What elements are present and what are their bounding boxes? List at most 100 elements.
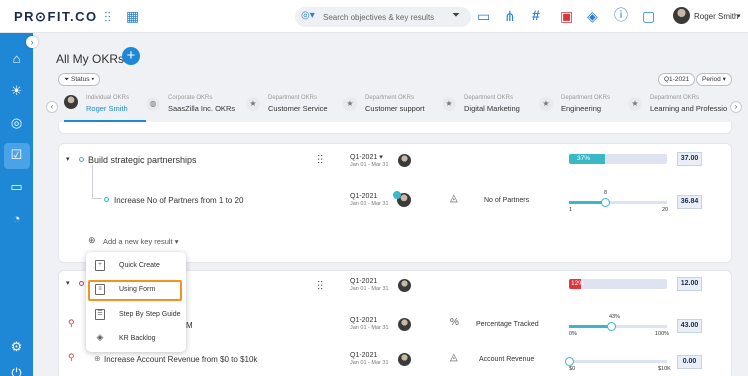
top-bar: PR⊙FIT.CO ⫶⫶ ▦ ◎▾ Search objectives & ke… xyxy=(0,0,748,33)
add-key-result-link[interactable]: Add a new key result ▾ xyxy=(103,237,178,246)
user-name[interactable]: Roger Smith xyxy=(694,12,738,21)
tab-customer-service[interactable]: ★ Department OKRs Customer Service xyxy=(246,90,342,120)
slider-current: 8 xyxy=(604,190,608,196)
pin-icon[interactable]: ⚲ xyxy=(68,318,75,329)
owner-avatar[interactable] xyxy=(398,279,411,292)
chevron-down-icon[interactable]: ▾ xyxy=(737,12,741,20)
tab-learning[interactable]: ★ Department OKRs Learning and Professio xyxy=(628,90,728,120)
period-select[interactable]: Period ▾ xyxy=(696,73,732,86)
search-bar[interactable]: ◎▾ Search objectives & key results ⏷ xyxy=(295,7,471,27)
youtube-icon[interactable]: ▣ xyxy=(560,9,573,23)
status-filter[interactable]: ⏷ Status ▾ xyxy=(58,73,101,86)
menu-item-quick-create[interactable]: + Quick Create xyxy=(86,255,186,277)
owner-avatar[interactable] xyxy=(398,318,411,331)
avatar xyxy=(64,95,78,109)
kr-score[interactable]: 43.00 xyxy=(677,319,702,333)
tab-digital-marketing[interactable]: ★ Department OKRs Digital Marketing xyxy=(442,90,539,120)
kr-period[interactable]: Q1-2021 Jan 01 - Mar 31 xyxy=(350,193,389,207)
star-icon: ★ xyxy=(246,97,260,111)
objective-score[interactable]: 37.00 xyxy=(677,152,702,166)
period-dates: Jan 01 - Mar 31 xyxy=(350,201,389,207)
owner-avatar[interactable] xyxy=(398,154,411,167)
waveform-icon[interactable]: ⫶⫶ xyxy=(104,10,111,24)
objective-period[interactable]: Q1-2021 Jan 01 - Mar 31 xyxy=(350,278,389,292)
kr-title[interactable]: M xyxy=(186,321,193,330)
user-avatar[interactable] xyxy=(673,7,690,24)
star-icon: ★ xyxy=(628,97,642,111)
tab-engineering[interactable]: ★ Department OKRs Engineering xyxy=(539,90,629,120)
percent-icon: % xyxy=(450,317,459,328)
period-label: Q1-2021 xyxy=(350,278,378,285)
objective-score[interactable]: 12.00 xyxy=(677,277,702,291)
dashboard-icon[interactable]: ◔ xyxy=(0,207,33,231)
owner-avatar[interactable] xyxy=(398,353,411,366)
period-dates: Jan 01 - Mar 31 xyxy=(350,325,389,331)
home-icon[interactable]: ⌂ xyxy=(0,47,33,71)
slider-max: 20 xyxy=(662,207,669,213)
add-okr-button[interactable]: + xyxy=(122,47,140,65)
kr-slider[interactable] xyxy=(569,198,667,207)
logo[interactable]: PR⊙FIT.CO xyxy=(14,9,98,25)
add-circle-icon[interactable]: ⊕ xyxy=(88,235,96,246)
kr-metric: Account Revenue xyxy=(479,356,535,363)
tab-name: Roger Smith xyxy=(86,104,128,113)
sidebar-expand-button[interactable]: › xyxy=(26,36,38,48)
menu-item-step-by-step[interactable]: ☰ Step By Step Guide xyxy=(86,304,186,326)
chat-icon[interactable]: ▢ xyxy=(642,9,655,23)
kr-slider[interactable] xyxy=(569,322,667,331)
settings-icon[interactable]: ⚙ xyxy=(0,335,33,359)
grid-icon[interactable]: ▦ xyxy=(126,9,139,23)
layers-icon[interactable]: ◈ xyxy=(587,9,598,23)
kr-slider[interactable] xyxy=(565,357,667,366)
search-input[interactable]: Search objectives & key results xyxy=(323,13,434,22)
slider-knob[interactable] xyxy=(565,357,574,366)
period-dates: Jan 01 - Mar 31 xyxy=(350,360,389,366)
tab-name: Customer Service xyxy=(268,104,328,113)
kr-score[interactable]: 36.84 xyxy=(677,195,702,209)
message-icon[interactable]: ▭ xyxy=(0,175,33,199)
calendar-check-icon[interactable]: ☑ xyxy=(0,143,33,167)
filter-icon[interactable]: ⏷ xyxy=(452,10,460,21)
collapse-caret-icon[interactable]: ▾ xyxy=(66,279,70,287)
period-label: Q1-2021 xyxy=(350,193,378,200)
bulb-icon[interactable]: ☀ xyxy=(0,79,33,103)
tab-sub: Department OKRs xyxy=(365,95,415,101)
tab-individual[interactable]: Individual OKRs Roger Smith xyxy=(64,90,146,122)
tree-line xyxy=(92,165,93,198)
progress-fill: 37% xyxy=(569,154,606,164)
star-icon: ★ xyxy=(442,97,456,111)
tab-customer-support[interactable]: ★ Department OKRs Customer support xyxy=(343,90,441,120)
objective-title[interactable]: Build strategic partnerships xyxy=(88,155,197,165)
menu-item-kr-backlog[interactable]: ◈ KR Backlog xyxy=(86,328,186,350)
okr-tabs: Individual OKRs Roger Smith ◍ Corporate … xyxy=(44,90,744,122)
period-label: Q1-2021 xyxy=(350,317,378,324)
objective-period[interactable]: Q1-2021 ▾ Jan 01 - Mar 31 xyxy=(350,153,389,168)
star-icon: ★ xyxy=(343,97,357,111)
kr-title[interactable]: Increase Account Revenue from $0 to $10k xyxy=(104,355,257,364)
slider-fill xyxy=(569,325,612,328)
pin-icon[interactable]: ⚲ xyxy=(68,352,75,363)
progress-fill: 12% xyxy=(569,279,585,289)
hashtag-icon[interactable]: # xyxy=(532,8,540,22)
plus-square-icon: + xyxy=(95,260,105,271)
guide-icon: ☰ xyxy=(95,309,105,320)
target-dropdown-icon[interactable]: ◎▾ xyxy=(301,10,315,21)
hierarchy-icon[interactable]: ⋔ xyxy=(504,9,516,23)
menu-item-label: Quick Create xyxy=(119,262,160,269)
waveform-icon[interactable]: ⫶⫶ xyxy=(317,153,323,168)
kr-period[interactable]: Q1-2021 Jan 01 - Mar 31 xyxy=(350,317,389,331)
tab-name: Digital Marketing xyxy=(464,104,520,113)
quarter-select[interactable]: Q1-2021 xyxy=(658,73,696,86)
target-icon[interactable]: ◎ xyxy=(0,111,33,135)
folder-icon[interactable]: ▭ xyxy=(477,9,490,23)
page-title: All My OKRs xyxy=(56,52,125,66)
power-icon[interactable]: ⏻ xyxy=(0,361,33,376)
stack-icon: ◈ xyxy=(96,332,104,342)
help-icon[interactable]: ⓘ xyxy=(614,8,628,22)
tab-corporate[interactable]: ◍ Corporate OKRs SaasZilla Inc. OKRs xyxy=(146,90,246,120)
kr-score[interactable]: 0.00 xyxy=(677,355,702,369)
kr-title[interactable]: Increase No of Partners from 1 to 20 xyxy=(114,196,243,205)
waveform-icon[interactable]: ⫶⫶ xyxy=(317,279,323,294)
collapse-caret-icon[interactable]: ▾ xyxy=(66,155,70,163)
kr-period[interactable]: Q1-2021 Jan 01 - Mar 31 xyxy=(350,352,389,366)
